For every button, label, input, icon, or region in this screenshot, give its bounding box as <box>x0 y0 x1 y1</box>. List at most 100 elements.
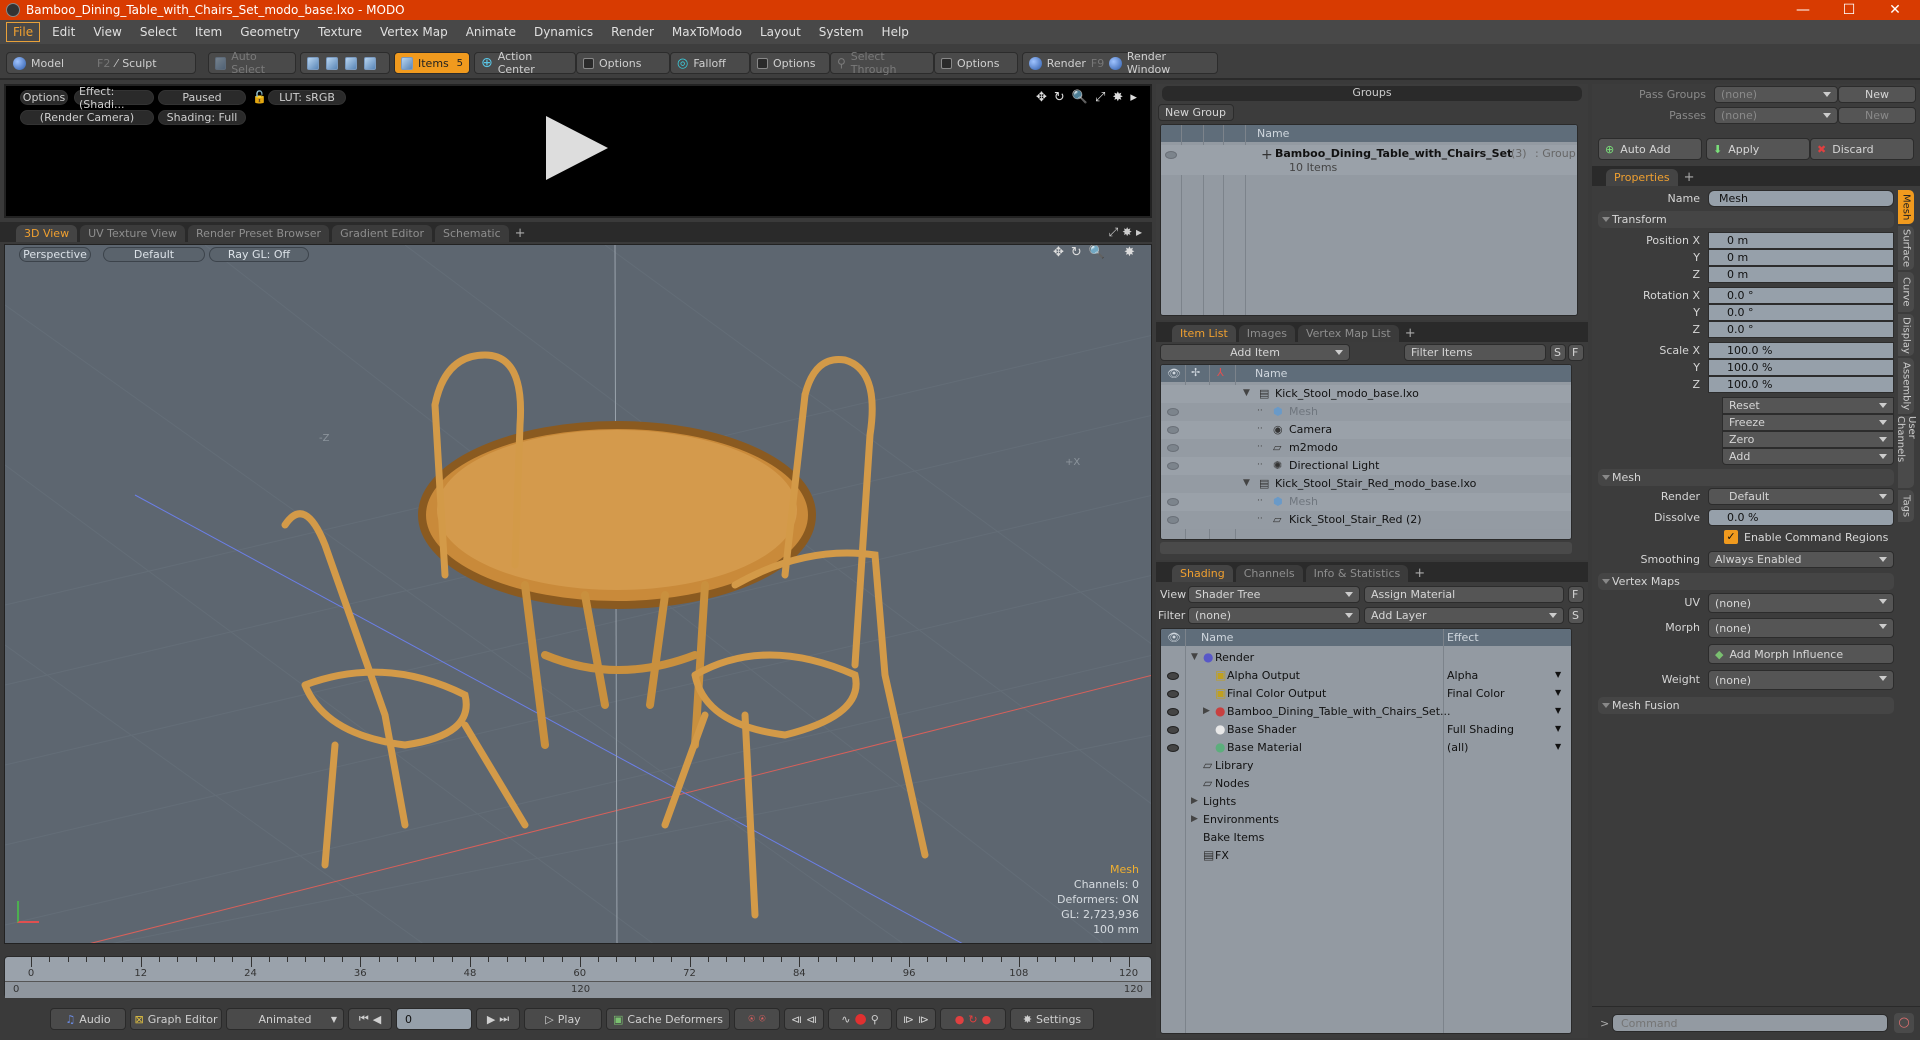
effect-dropdown-icon[interactable]: ▼ <box>1555 670 1561 679</box>
render-dropdown[interactable]: Default <box>1708 488 1894 505</box>
side-tab-assembly[interactable]: Assembly <box>1898 358 1914 414</box>
step-back-icon[interactable]: ◀ <box>373 1013 381 1026</box>
shading-s-button[interactable]: S <box>1568 607 1584 624</box>
item-list-row[interactable]: ·· ▱ m2modo <box>1161 439 1571 457</box>
key-down-icon[interactable]: ⍟ <box>759 1012 766 1026</box>
menu-animate[interactable]: Animate <box>460 23 522 41</box>
tab-gradient-editor[interactable]: Gradient Editor <box>332 225 432 242</box>
tab-vertex-map-list[interactable]: Vertex Map List <box>1297 325 1399 342</box>
menu-item[interactable]: Item <box>189 23 228 41</box>
pan-icon[interactable]: ✥ <box>1036 90 1047 105</box>
add-tab-button[interactable]: + <box>1414 565 1425 582</box>
items-mode-button[interactable]: Items 5 <box>394 52 470 74</box>
side-tab-tags[interactable]: Tags <box>1898 490 1914 522</box>
ray-gl-toggle[interactable]: Ray GL: Off <box>209 247 309 262</box>
tab-render-preset-browser[interactable]: Render Preset Browser <box>188 225 330 242</box>
tab-info-statistics[interactable]: Info & Statistics <box>1305 565 1409 582</box>
position-z-field[interactable]: 0 m <box>1708 266 1894 283</box>
weight-dropdown[interactable]: (none) <box>1708 670 1894 690</box>
menu-geometry[interactable]: Geometry <box>234 23 306 41</box>
prev-key-2-icon[interactable]: ⧏ <box>806 1013 817 1026</box>
play-preview-icon[interactable] <box>546 116 608 180</box>
tab-3d-view[interactable]: 3D View <box>16 225 78 242</box>
auto-select-button[interactable]: Auto Select <box>208 50 296 76</box>
zoom-icon[interactable]: 🔍 <box>1072 90 1088 105</box>
rotation-y-field[interactable]: 0.0 ° <box>1708 304 1894 321</box>
expand-arrow-icon[interactable]: ▸ <box>1136 225 1142 239</box>
audio-button[interactable]: ♫ Audio <box>50 1008 126 1030</box>
prev-key-icon[interactable]: ⧏ <box>791 1013 802 1026</box>
tab-channels[interactable]: Channels <box>1235 565 1303 582</box>
filter-s-button[interactable]: S <box>1550 344 1566 361</box>
shader-tree-row[interactable]: ▶ ● Bamboo_Dining_Table_with_Chairs_Set...… <box>1161 703 1571 721</box>
cache-deformers-button[interactable]: ▣ Cache Deformers <box>606 1008 730 1030</box>
shader-tree-row[interactable]: ▤ FX <box>1161 847 1571 865</box>
tab-item-list[interactable]: Item List <box>1172 325 1236 342</box>
gear-icon[interactable]: ✸ <box>1122 225 1132 239</box>
filter-f-button[interactable]: F <box>1568 344 1584 361</box>
scale-y-field[interactable]: 100.0 % <box>1708 359 1894 376</box>
effect-dropdown[interactable]: Effect: (Shadi... <box>74 85 154 111</box>
tab-schematic[interactable]: Schematic <box>435 225 509 242</box>
side-tab-surface[interactable]: Surface <box>1898 226 1914 270</box>
side-tab-user-channels[interactable]: User Channels <box>1895 416 1917 488</box>
visibility-eye-icon[interactable] <box>1167 744 1179 752</box>
shader-tree-row[interactable]: ▱ Library <box>1161 757 1571 775</box>
tab-shading[interactable]: Shading <box>1172 565 1233 582</box>
add-layer-dropdown[interactable]: Add Layer <box>1364 607 1564 624</box>
go-to-end-icon[interactable]: ⏭ <box>499 1012 509 1026</box>
key-loop-icon[interactable]: ↻ <box>968 1013 977 1026</box>
perspective-dropdown[interactable]: Perspective <box>19 247 91 262</box>
edges-mode-icon[interactable] <box>326 56 338 70</box>
item-list-row[interactable]: ·· ✺ Directional Light <box>1161 457 1571 475</box>
dissolve-field[interactable]: 0.0 % <box>1708 509 1894 526</box>
curve-icon[interactable]: ∿ <box>841 1013 850 1026</box>
shading-style-dropdown[interactable]: Default <box>103 247 205 262</box>
rotation-z-field[interactable]: 0.0 ° <box>1708 321 1894 338</box>
effect-dropdown-icon[interactable]: ▼ <box>1555 742 1561 751</box>
shader-tree-row[interactable]: Bake Items <box>1161 829 1571 847</box>
expand-arrow-icon[interactable]: ▶ <box>1191 796 1198 806</box>
position-y-field[interactable]: 0 m <box>1708 249 1894 266</box>
shader-tree-row[interactable]: ▼ ● Render <box>1161 649 1571 667</box>
expand-arrow-icon[interactable]: ▶ <box>1203 706 1210 716</box>
falloff-options-button[interactable]: Options <box>750 52 830 74</box>
menu-vertex-map[interactable]: Vertex Map <box>374 23 454 41</box>
morph-dropdown[interactable]: (none) <box>1708 618 1894 638</box>
current-frame-input[interactable]: 0 <box>396 1008 472 1030</box>
polygons-mode-icon[interactable] <box>345 56 357 70</box>
rotation-x-field[interactable]: 0.0 ° <box>1708 287 1894 304</box>
visibility-eye-icon[interactable] <box>1167 690 1179 698</box>
enable-command-regions-checkbox[interactable]: ✓ <box>1724 530 1738 544</box>
add-transform-dropdown[interactable]: Add <box>1722 448 1894 465</box>
collapse-arrow-icon[interactable]: ▼ <box>1243 478 1250 488</box>
sculpt-mode-button[interactable]: Sculpt <box>122 57 156 70</box>
reset-dropdown[interactable]: Reset <box>1722 397 1894 414</box>
add-morph-influence-button[interactable]: ◆ Add Morph Influence <box>1708 644 1894 664</box>
visibility-eye-icon[interactable] <box>1165 151 1177 159</box>
collapse-arrow-icon[interactable]: ▼ <box>1191 652 1198 662</box>
item-list-row[interactable]: ▼ ▤ Kick_Stool_modo_base.lxo <box>1161 385 1571 403</box>
new-group-button[interactable]: New Group <box>1158 104 1234 121</box>
shader-tree-row[interactable]: ● Base Shader Full Shading ▼ <box>1161 721 1571 739</box>
visibility-eye-icon[interactable] <box>1167 462 1179 470</box>
select-through-options-button[interactable]: Options <box>934 52 1018 74</box>
menu-help[interactable]: Help <box>876 23 915 41</box>
scale-z-field[interactable]: 100.0 % <box>1708 376 1894 393</box>
visibility-eye-icon[interactable] <box>1167 726 1179 734</box>
freeze-dropdown[interactable]: Freeze <box>1722 414 1894 431</box>
key-delete-icon[interactable]: ● <box>982 1013 992 1026</box>
menu-dynamics[interactable]: Dynamics <box>528 23 599 41</box>
add-tab-button[interactable]: + <box>515 225 526 242</box>
preview-options-button[interactable]: Options <box>20 90 68 105</box>
minimize-button[interactable]: — <box>1780 0 1826 20</box>
model-mode-button[interactable]: Model <box>31 57 64 70</box>
menu-view[interactable]: View <box>87 23 127 41</box>
auto-add-button[interactable]: ⊕ Auto Add <box>1598 138 1702 160</box>
effect-dropdown-icon[interactable]: ▼ <box>1555 688 1561 697</box>
shader-tree-row[interactable]: ▣ Final Color Output Final Color ▼ <box>1161 685 1571 703</box>
discard-button[interactable]: ✖ Discard <box>1810 138 1914 160</box>
visibility-eye-icon[interactable] <box>1167 426 1179 434</box>
lock-icon[interactable]: 🔓 <box>252 90 267 104</box>
collapse-arrow-icon[interactable]: ▼ <box>1243 388 1250 398</box>
